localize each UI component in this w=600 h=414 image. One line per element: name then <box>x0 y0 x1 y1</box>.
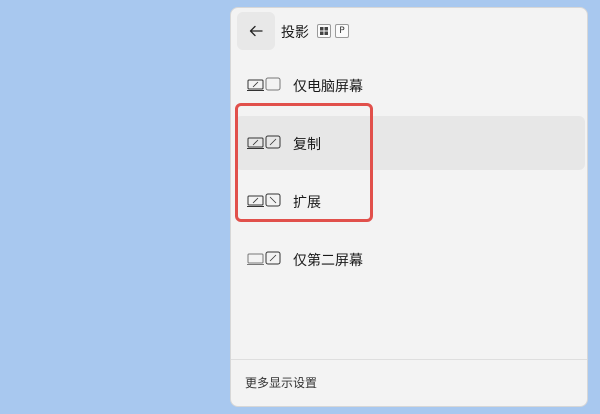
mode-extend[interactable]: 扩展 <box>235 174 585 228</box>
back-button[interactable] <box>237 12 275 50</box>
windows-key-icon <box>317 24 331 38</box>
mode-label: 复制 <box>293 137 321 153</box>
extend-icon <box>247 193 281 207</box>
project-panel: 投影 P 仅电脑屏幕 复制 扩展 仅第二屏幕 更多显示设置 <box>230 7 588 407</box>
arrow-left-icon <box>249 25 263 37</box>
duplicate-icon <box>247 135 281 149</box>
p-key: P <box>335 24 349 38</box>
panel-title: 投影 <box>281 25 309 41</box>
mode-second-screen-only[interactable]: 仅第二屏幕 <box>235 232 585 286</box>
mode-pc-screen-only[interactable]: 仅电脑屏幕 <box>235 58 585 112</box>
mode-label: 扩展 <box>293 195 321 211</box>
pc-screen-only-icon <box>247 77 281 91</box>
mode-duplicate[interactable]: 复制 <box>235 116 585 170</box>
divider <box>231 359 587 360</box>
panel-header: 投影 P <box>231 8 587 56</box>
more-display-settings-link[interactable]: 更多显示设置 <box>245 374 317 391</box>
mode-label: 仅第二屏幕 <box>293 253 363 269</box>
mode-label: 仅电脑屏幕 <box>293 79 363 95</box>
second-screen-only-icon <box>247 251 281 265</box>
